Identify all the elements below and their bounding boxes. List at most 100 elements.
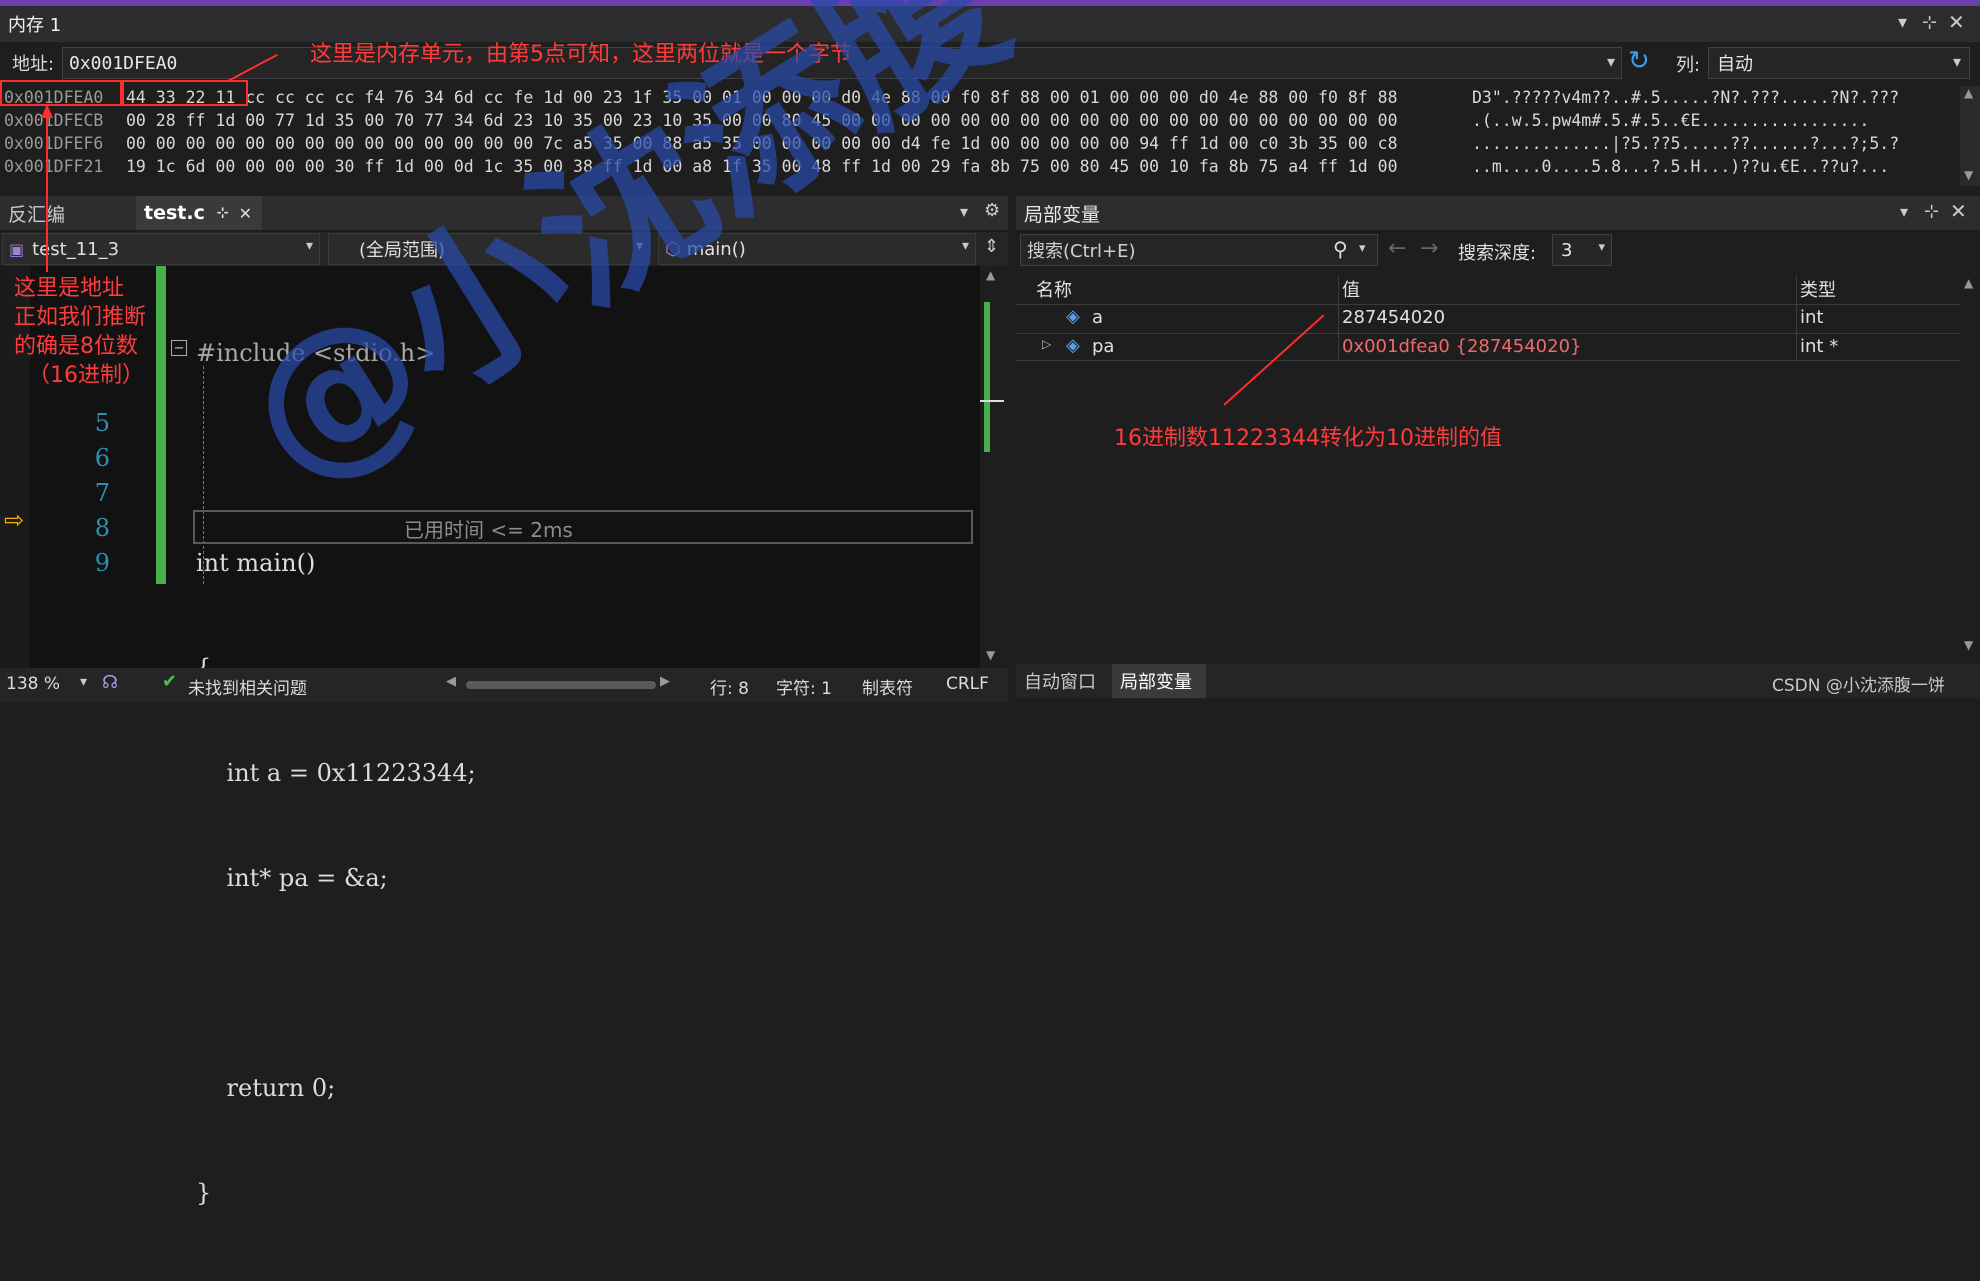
header-value[interactable]: 值 xyxy=(1342,276,1360,302)
tab-autos-label: 自动窗口 xyxy=(1024,672,1096,693)
locals-search-input[interactable]: 搜索(Ctrl+E) ⚲ ▾ xyxy=(1020,234,1378,266)
tab-locals[interactable]: 局部变量 xyxy=(1112,664,1206,698)
function-dropdown-icon[interactable]: ▾ xyxy=(962,238,969,254)
editor-scrollbar[interactable]: ▲ ▼ xyxy=(980,266,1004,668)
line-number: 9 xyxy=(94,549,110,577)
scroll-up-icon[interactable]: ▲ xyxy=(986,268,995,282)
locals-pin-icon[interactable]: ⊹ xyxy=(1924,201,1939,222)
scroll-up-icon[interactable]: ▲ xyxy=(1964,86,1973,100)
function-cube-icon: ⬡ xyxy=(665,238,681,260)
search-depth-value: 3 xyxy=(1561,239,1573,261)
memory-row-bytes[interactable]: 44 33 22 11 cc cc cc cc f4 76 34 6d cc f… xyxy=(126,86,1398,109)
zoom-level[interactable]: 138 % xyxy=(6,674,60,694)
hscroll-thumb[interactable] xyxy=(466,681,656,689)
locals-dropdown-icon[interactable]: ▾ xyxy=(1900,202,1908,221)
line-position[interactable]: 行: 8 xyxy=(710,674,749,699)
address-highlight-box xyxy=(0,80,122,106)
columns-label: 列: xyxy=(1676,55,1701,76)
editor-status-bar: 138 % ▾ ☊ ✔ 未找到相关问题 ◀ ▶ 行: 8 字符: 1 制表符 C… xyxy=(0,668,1008,702)
function-select[interactable]: ⬡ main() ▾ xyxy=(658,233,976,265)
locals-search-placeholder: 搜索(Ctrl+E) xyxy=(1027,241,1136,262)
char-position[interactable]: 字符: 1 xyxy=(776,674,832,699)
locals-row-value: 287454020 xyxy=(1342,307,1446,328)
code-line-int-pa: int* pa = &a; xyxy=(196,864,388,892)
address-dropdown-icon[interactable]: ▾ xyxy=(1607,52,1615,71)
tab-test-c-label: test.c xyxy=(144,202,205,224)
hscroll-left-icon[interactable]: ◀ xyxy=(446,674,456,689)
tab-mode[interactable]: 制表符 xyxy=(862,674,913,699)
tab-disassembly[interactable]: 反汇编 xyxy=(0,196,136,230)
memory-scrollbar[interactable]: ▲ ▼ xyxy=(1960,86,1980,186)
variable-cube-icon: ◈ xyxy=(1066,335,1080,356)
annotation-address-note: 这里是地址 正如我们推断 的确是8位数 （16进制） xyxy=(14,274,174,390)
locals-title-bar: 局部变量 ▾ ⊹ ✕ xyxy=(1016,196,1980,230)
memory-close-icon[interactable]: ✕ xyxy=(1948,10,1965,34)
memory-row-bytes[interactable]: 19 1c 6d 00 00 00 00 30 ff 1d 00 0d 1c 3… xyxy=(126,155,1398,178)
header-type[interactable]: 类型 xyxy=(1800,276,1836,302)
scope-select[interactable]: (全局范围) ▾ xyxy=(328,233,650,265)
project-dropdown-icon[interactable]: ▾ xyxy=(306,238,313,254)
scroll-down-icon[interactable]: ▼ xyxy=(1964,638,1973,652)
back-arrow-icon[interactable]: ← xyxy=(1388,236,1406,261)
memory-row-ascii: .(..w.5.pw4m#.5.#.5..€E................. xyxy=(1472,111,1870,130)
locals-scrollbar[interactable]: ▲ ▼ xyxy=(1960,276,1980,656)
memory-pin-icon[interactable]: ⊹ xyxy=(1922,12,1937,33)
columns-select-value: 自动 xyxy=(1717,54,1753,75)
scope-select-value: (全局范围) xyxy=(359,240,446,261)
elapsed-time-hint: 已用时间 <= 2ms xyxy=(404,518,573,542)
intellicode-icon[interactable]: ☊ xyxy=(102,672,118,693)
scroll-down-icon[interactable]: ▼ xyxy=(986,648,995,662)
locals-title: 局部变量 xyxy=(1024,203,1101,226)
memory-grid: 0x001DFEA0 44 33 22 11 cc cc cc cc f4 76… xyxy=(0,86,1960,186)
line-ending[interactable]: CRLF xyxy=(946,674,989,694)
function-select-value: main() xyxy=(686,238,746,260)
search-dropdown-icon[interactable]: ▾ xyxy=(1359,241,1366,256)
locals-close-icon[interactable]: ✕ xyxy=(1950,199,1967,223)
memory-dropdown-icon[interactable]: ▾ xyxy=(1898,12,1907,33)
locals-row[interactable]: ◈ a 287454020 int xyxy=(1016,304,1960,332)
search-depth-select[interactable]: 3 ▾ xyxy=(1552,234,1612,266)
annotation-address-line: 正如我们推断 xyxy=(14,305,147,330)
settings-gear-icon[interactable]: ⚙ xyxy=(984,200,1000,221)
memory-row-bytes[interactable]: 00 28 ff 1d 00 77 1d 35 00 70 77 34 6d 2… xyxy=(126,109,1398,132)
issues-status[interactable]: 未找到相关问题 xyxy=(188,674,307,699)
columns-dropdown-icon[interactable]: ▾ xyxy=(1953,52,1961,71)
tab-test-c[interactable]: test.c ⊹ ✕ xyxy=(136,196,262,230)
tab-overflow-icon[interactable]: ▾ xyxy=(960,202,968,221)
pin-icon[interactable]: ⊹ xyxy=(217,205,229,221)
scroll-position-marker xyxy=(980,400,1004,402)
annotation-hex-to-dec: 16进制数11223344转化为10进制的值 xyxy=(1114,426,1502,451)
hscroll-right-icon[interactable]: ▶ xyxy=(660,674,670,689)
code-line-include: #include <stdio.h> xyxy=(196,339,436,367)
csdn-credit: CSDN @小沈添腹一饼 xyxy=(1772,676,1945,696)
search-icon[interactable]: ⚲ xyxy=(1333,237,1348,261)
memory-window: 内存 1 ▾ ⊹ ✕ 地址: 0x001DFEA0 ▾ ↻ 列: 自动 ▾ 0x… xyxy=(0,6,1980,186)
bottom-tab-strip: 自动窗口 局部变量 CSDN @小沈添腹一饼 xyxy=(1016,664,1980,698)
tab-autos[interactable]: 自动窗口 xyxy=(1016,664,1110,698)
columns-select[interactable]: 自动 ▾ xyxy=(1708,47,1970,79)
editor-pane: 反汇编 test.c ⊹ ✕ ▾ ⚙ ▣ test_11_3 ▾ (全局范围) … xyxy=(0,196,1008,1207)
search-depth-label: 搜索深度: xyxy=(1458,243,1537,264)
locals-header: 名称 值 类型 xyxy=(1016,276,1960,302)
scroll-up-icon[interactable]: ▲ xyxy=(1964,276,1973,290)
variable-cube-icon: ◈ xyxy=(1066,306,1080,327)
locals-row-type: int xyxy=(1800,307,1824,328)
close-icon[interactable]: ✕ xyxy=(239,204,252,223)
code-line-return: return 0; xyxy=(196,1074,336,1102)
expand-arrow-icon[interactable]: ▷ xyxy=(1042,337,1051,351)
search-depth-dropdown-icon[interactable]: ▾ xyxy=(1598,240,1605,255)
forward-arrow-icon[interactable]: → xyxy=(1420,236,1438,261)
refresh-icon[interactable]: ↻ xyxy=(1628,46,1650,76)
scope-dropdown-icon[interactable]: ▾ xyxy=(636,238,643,254)
tab-disassembly-label: 反汇编 xyxy=(8,203,66,226)
zoom-dropdown-icon[interactable]: ▾ xyxy=(80,674,87,690)
split-editor-icon[interactable]: ⇕ xyxy=(984,236,999,257)
locals-row[interactable]: ▷ ◈ pa 0x001dfea0 {287454020} int * xyxy=(1016,333,1960,361)
project-select[interactable]: ▣ test_11_3 ▾ xyxy=(2,233,320,265)
memory-row-ascii: D3".?????v4m??..#.5.....?N?.???.....?N?.… xyxy=(1472,88,1900,107)
tab-locals-label: 局部变量 xyxy=(1120,672,1192,693)
header-name[interactable]: 名称 xyxy=(1036,276,1072,302)
scroll-down-icon[interactable]: ▼ xyxy=(1964,168,1973,182)
memory-row-bytes[interactable]: 00 00 00 00 00 00 00 00 00 00 00 00 00 0… xyxy=(126,132,1398,155)
annotation-address-line: 的确是8位数 xyxy=(14,334,138,359)
